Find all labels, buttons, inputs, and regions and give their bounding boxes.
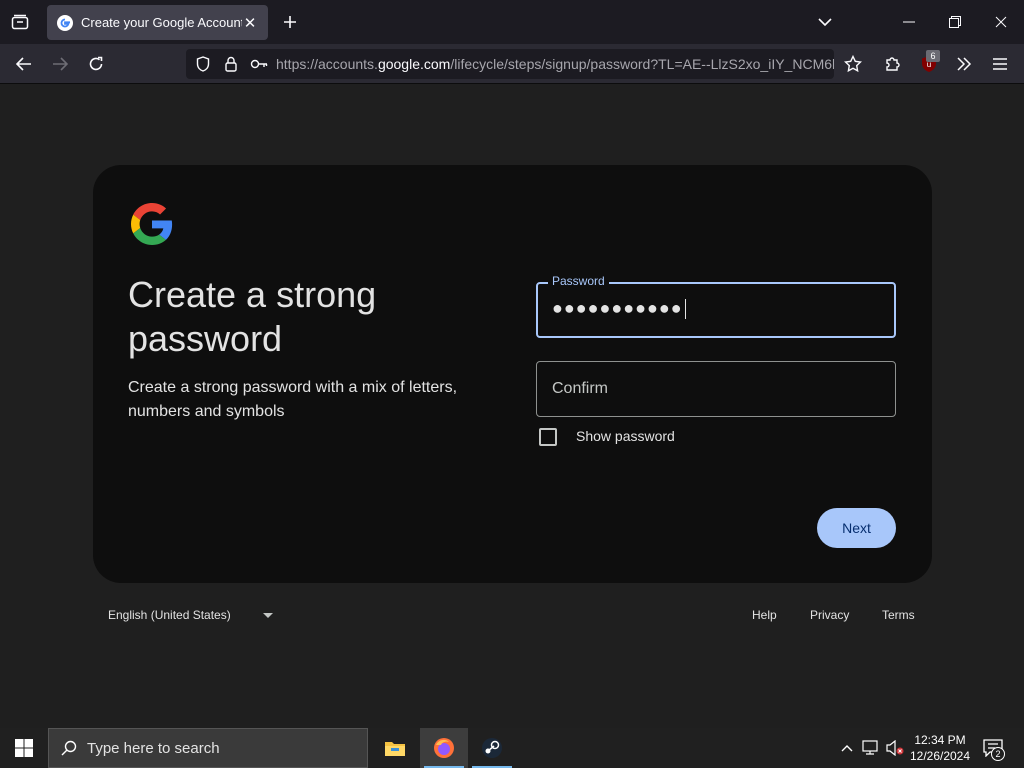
lock-icon[interactable] [220,53,242,75]
google-favicon-icon [57,14,73,31]
hamburger-menu-icon[interactable] [987,52,1013,76]
extensions-puzzle-icon[interactable] [880,52,906,76]
page-content: Create a strong password Create a strong… [0,85,1024,728]
privacy-link[interactable]: Privacy [810,608,849,622]
search-icon [61,740,77,756]
search-placeholder: Type here to search [87,739,220,757]
language-selector[interactable]: English (United States) [108,608,273,622]
volume-muted-icon[interactable] [884,728,906,768]
extension-badge: 6 [926,50,940,62]
next-button[interactable]: Next [817,508,896,548]
tab-title: Create your Google Account [81,15,242,30]
bookmark-star-icon[interactable] [840,52,866,76]
language-label: English (United States) [108,608,231,622]
key-icon[interactable] [248,53,270,75]
tab-close-icon[interactable]: ✕ [242,15,258,32]
firefox-taskbar-icon[interactable] [420,728,468,768]
list-all-tabs-chevron-icon[interactable] [814,11,836,33]
restore-icon[interactable] [944,11,966,33]
browser-tab-bar: Create your Google Account ✕ [0,0,1024,44]
signup-card: Create a strong password Create a strong… [93,165,932,583]
taskbar-search-box[interactable]: Type here to search [48,728,368,768]
reload-icon[interactable] [83,52,109,76]
steam-icon[interactable] [468,728,516,768]
browser-nav-bar: https://accounts.google.com/lifecycle/st… [0,44,1024,84]
password-field[interactable]: Password ●●●●●●●●●●● [536,274,896,338]
password-masked-value: ●●●●●●●●●●● [552,298,683,318]
back-icon[interactable] [11,52,37,76]
url-domain: google.com [377,56,451,72]
new-tab-icon[interactable] [279,11,301,33]
tab-create-account[interactable]: Create your Google Account ✕ [47,5,268,40]
text-caret [684,299,686,320]
url-path: /lifecycle/steps/signup/password?TL=AE--… [450,56,834,72]
clock-date: 12/26/2024 [909,749,971,763]
notification-count-badge: 2 [991,747,1005,761]
address-bar[interactable]: https://accounts.google.com/lifecycle/st… [186,49,834,79]
minimize-icon[interactable] [898,11,920,33]
system-clock[interactable]: 12:34 PM 12/26/2024 [906,732,974,764]
overflow-chevrons-icon[interactable] [951,52,977,76]
show-hidden-icons-chevron-icon[interactable] [838,728,856,768]
help-link[interactable]: Help [752,608,777,622]
windows-taskbar: Type here to search 12:34 PM 12/26/2024 … [0,728,1024,768]
confirm-placeholder: Confirm [552,380,609,397]
url-text[interactable]: https://accounts.google.com/lifecycle/st… [276,56,834,72]
terms-link[interactable]: Terms [882,608,915,622]
tab-list-icon[interactable] [8,11,32,33]
clock-time: 12:34 PM [914,733,966,747]
close-window-icon[interactable] [990,11,1012,33]
password-field-label: Password [548,274,609,288]
confirm-password-field[interactable]: Confirm [536,361,896,417]
dropdown-arrow-icon [262,612,273,618]
password-input[interactable]: ●●●●●●●●●●● [552,298,686,320]
show-password-checkbox[interactable] [539,428,557,446]
page-title: Create a strong password [128,274,377,359]
page-subtitle: Create a strong password with a mix of l… [128,379,458,420]
show-password-label[interactable]: Show password [576,428,675,444]
google-logo-icon [131,203,173,245]
forward-icon[interactable] [47,52,73,76]
url-prefix: https://accounts. [276,56,378,72]
windows-start-icon[interactable] [0,728,48,768]
file-explorer-icon[interactable] [371,728,419,768]
tracking-protection-shield-icon[interactable] [192,53,214,75]
network-icon[interactable] [860,728,882,768]
